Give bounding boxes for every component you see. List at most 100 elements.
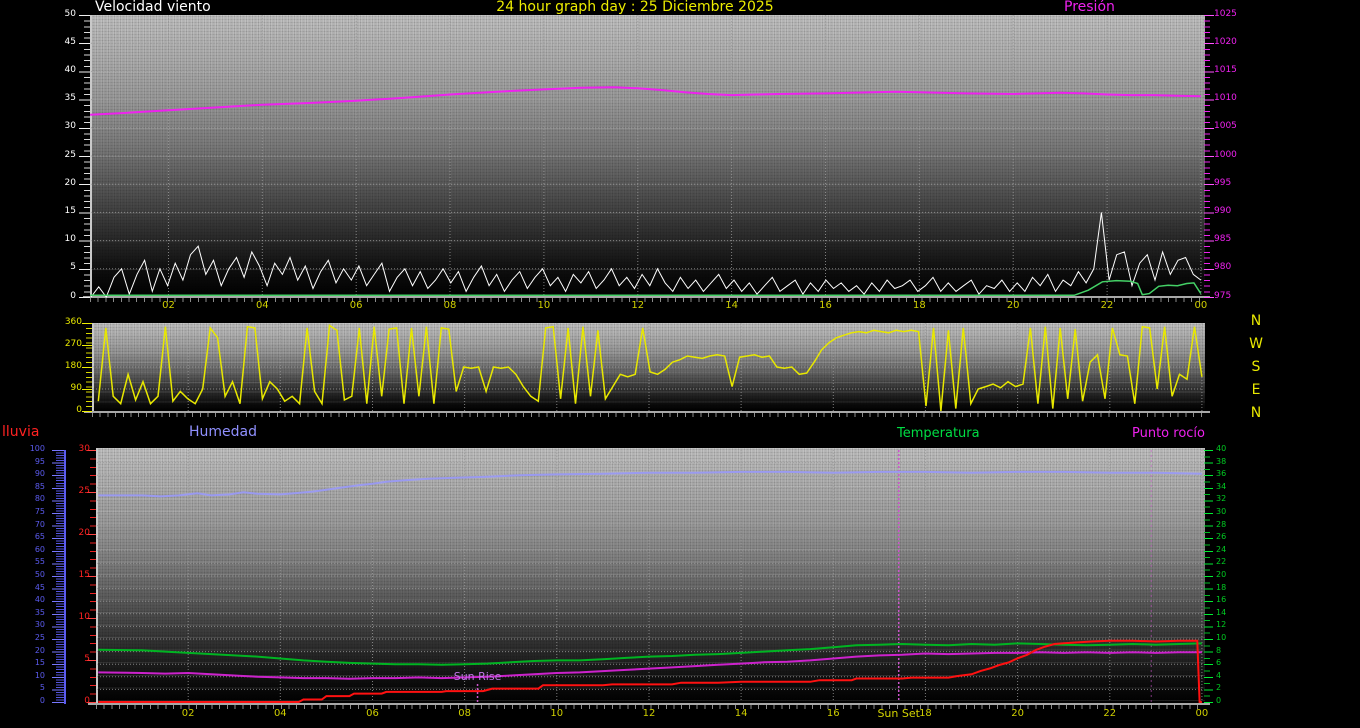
wind-direction-plot [92, 323, 1205, 411]
temp-y-major-ticks [1204, 450, 1213, 704]
wind-x-label: 20 [1001, 301, 1025, 311]
main-x-label: 20 [1006, 709, 1030, 719]
main-y-blue-label: 100 [17, 445, 45, 453]
wind-y-left-label: 30 [50, 122, 76, 131]
main-x-label: 12 [637, 709, 661, 719]
direction-x-minor-ticks [92, 413, 1203, 417]
direction-y-major-ticks [82, 323, 92, 413]
main-y-green-label: 34 [1216, 483, 1240, 491]
main-y-blue-label: 25 [17, 634, 45, 642]
main-y-red-label: 10 [62, 613, 90, 622]
main-y-green-label: 22 [1216, 558, 1240, 566]
main-y-blue-label: 20 [17, 647, 45, 655]
main-y-blue-label: 70 [17, 521, 45, 529]
main-y-blue-label: 90 [17, 470, 45, 478]
main-y-green-label: 26 [1216, 533, 1240, 541]
dew-point-label: Punto rocío [1132, 427, 1205, 441]
compass-letter: N [1246, 314, 1266, 337]
wind-y-right-label: 1010 [1214, 94, 1244, 103]
main-y-green-label: 18 [1216, 584, 1240, 592]
main-x-label: 18 [913, 709, 937, 719]
pressure-title: Presión [1064, 0, 1115, 15]
main-x-label: 14 [729, 709, 753, 719]
wind-y-right-label: 980 [1214, 263, 1244, 272]
wind-speed-pressure-plot [90, 15, 1205, 297]
wind-x-label: 00 [1189, 301, 1213, 311]
main-y-green-label: 4 [1216, 672, 1240, 680]
humidity-label: Humedad [189, 425, 257, 440]
dir-y-left-label: 0 [54, 406, 82, 415]
wind-x-label: 02 [156, 301, 180, 311]
main-y-green-label: 30 [1216, 508, 1240, 516]
wind-x-label: 06 [344, 301, 368, 311]
main-y-blue-label: 45 [17, 584, 45, 592]
main-x-label: 02 [176, 709, 200, 719]
main-y-blue-label: 80 [17, 495, 45, 503]
main-y-red-label: 25 [62, 487, 90, 496]
main-x-label: 16 [821, 709, 845, 719]
main-y-blue-label: 30 [17, 621, 45, 629]
main-y-green-label: 0 [1216, 697, 1240, 705]
main-x-label: 22 [1098, 709, 1122, 719]
main-y-green-label: 38 [1216, 458, 1240, 466]
humidity-temp-rain-plot [96, 448, 1205, 704]
temperature-label: Temperatura [897, 427, 980, 441]
wind-y-left-label: 35 [50, 94, 76, 103]
wind-x-label: 18 [907, 301, 931, 311]
wind-x-label: 10 [532, 301, 556, 311]
pressure-y-major-ticks [1204, 15, 1214, 299]
wind-y-right-label: 995 [1214, 179, 1244, 188]
main-y-green-label: 2 [1216, 684, 1240, 692]
main-x-label: 04 [268, 709, 292, 719]
main-y-blue-label: 95 [17, 458, 45, 466]
main-y-blue-label: 0 [17, 697, 45, 705]
main-y-green-label: 14 [1216, 609, 1240, 617]
main-y-red-label: 20 [62, 529, 90, 538]
main-y-green-label: 24 [1216, 546, 1240, 554]
wind-y-left-label: 25 [50, 151, 76, 160]
wind-y-right-label: 975 [1214, 292, 1244, 301]
main-y-green-label: 36 [1216, 470, 1240, 478]
wind-x-label: 04 [250, 301, 274, 311]
wind-y-left-label: 20 [50, 179, 76, 188]
main-y-green-label: 10 [1216, 634, 1240, 642]
dir-y-left-label: 180 [54, 362, 82, 371]
wind-y-right-label: 1015 [1214, 66, 1244, 75]
wind-x-label: 12 [626, 301, 650, 311]
compass-letter: E [1246, 383, 1266, 406]
dir-y-left-label: 360 [54, 318, 82, 327]
main-title: 24 hour graph day : 25 Diciembre 2025 [470, 0, 800, 15]
main-x-label: 00 [1190, 709, 1214, 719]
main-y-green-label: 40 [1216, 445, 1240, 453]
main-y-blue-label: 35 [17, 609, 45, 617]
wind-y-left-label: 10 [50, 235, 76, 244]
main-x-label: 06 [360, 709, 384, 719]
main-y-blue-label: 50 [17, 571, 45, 579]
compass-letter: W [1246, 337, 1266, 360]
main-y-blue-label: 55 [17, 558, 45, 566]
main-y-green-label: 16 [1216, 596, 1240, 604]
main-y-red-label: 15 [62, 571, 90, 580]
wind-y-major-ticks [79, 15, 90, 299]
main-y-blue-label: 85 [17, 483, 45, 491]
main-y-green-label: 6 [1216, 659, 1240, 667]
main-y-green-label: 20 [1216, 571, 1240, 579]
main-y-blue-label: 15 [17, 659, 45, 667]
main-y-green-label: 28 [1216, 521, 1240, 529]
wind-x-label: 16 [813, 301, 837, 311]
rain-label: lluvia [2, 425, 39, 440]
main-y-blue-label: 10 [17, 672, 45, 680]
main-x-label: 10 [545, 709, 569, 719]
wind-y-right-label: 1000 [1214, 151, 1244, 160]
sunrise-label: Sun Rise [446, 671, 510, 683]
weather-24h-graph-page: Velocidad viento 24 hour graph day : 25 … [0, 0, 1360, 728]
main-y-blue-label: 65 [17, 533, 45, 541]
main-y-green-label: 8 [1216, 647, 1240, 655]
wind-y-left-label: 5 [50, 263, 76, 272]
main-y-red-label: 30 [62, 445, 90, 454]
dir-y-left-label: 90 [54, 384, 82, 393]
wind-y-right-label: 1020 [1214, 38, 1244, 47]
compass-letter: S [1246, 360, 1266, 383]
wind-y-right-label: 1025 [1214, 10, 1244, 19]
wind-y-left-label: 40 [50, 66, 76, 75]
